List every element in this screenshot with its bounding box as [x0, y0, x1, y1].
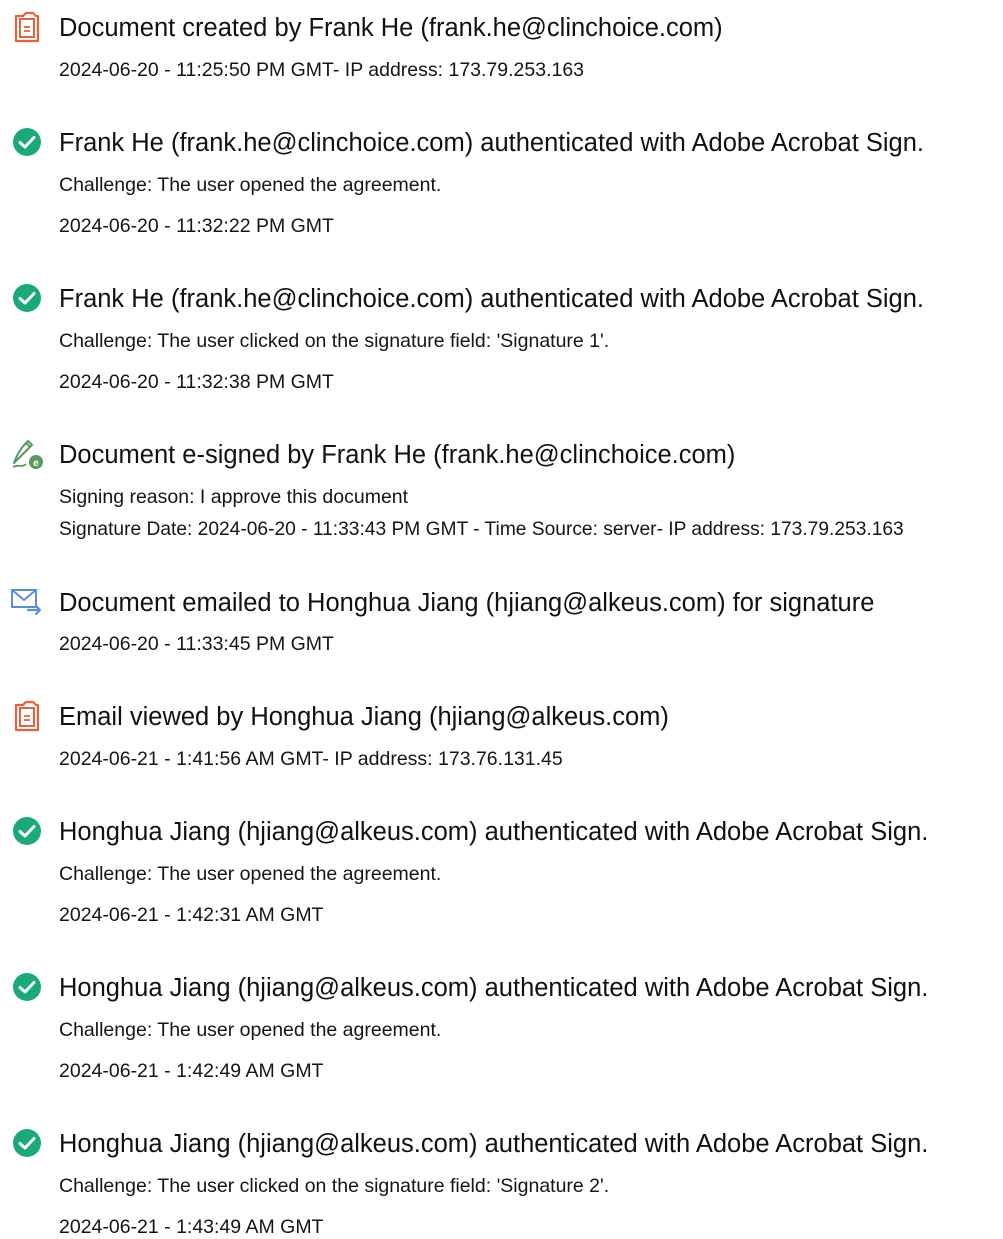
- check-circle-icon: [10, 1126, 44, 1160]
- e-sign-pen-icon: e: [10, 437, 44, 471]
- entry-title: Document e-signed by Frank He (frank.he@…: [59, 441, 736, 469]
- entry-timestamp: 2024-06-21 - 1:41:56 AM GMT- IP address:…: [59, 748, 563, 770]
- svg-text:e: e: [33, 458, 39, 469]
- entry-title: Document created by Frank He (frank.he@c…: [59, 14, 723, 42]
- check-circle-icon: [10, 125, 44, 159]
- entry-timestamp: 2024-06-20 - 11:33:45 PM GMT: [59, 633, 334, 655]
- check-circle-icon: [10, 814, 44, 848]
- entry-title: Honghua Jiang (hjiang@alkeus.com) authen…: [59, 1130, 929, 1158]
- entry-title: Honghua Jiang (hjiang@alkeus.com) authen…: [59, 818, 929, 846]
- check-circle-icon: [10, 970, 44, 1004]
- entry-title: Frank He (frank.he@clinchoice.com) authe…: [59, 129, 925, 157]
- entry-timestamp: 2024-06-20 - 11:32:38 PM GMT: [59, 371, 334, 393]
- entry-signing-reason: Signing reason: I approve this document: [59, 486, 409, 508]
- entry-title: Email viewed by Honghua Jiang (hjiang@al…: [59, 703, 669, 731]
- entry-challenge: Challenge: The user clicked on the signa…: [59, 330, 610, 352]
- entry-challenge: Challenge: The user opened the agreement…: [59, 1019, 442, 1041]
- check-circle-icon: [10, 281, 44, 315]
- entry-title: Document emailed to Honghua Jiang (hjian…: [59, 589, 875, 617]
- entry-signature-date: Signature Date: 2024-06-20 - 11:33:43 PM…: [59, 519, 904, 540]
- document-created-icon: [10, 10, 44, 44]
- document-viewed-icon: [10, 699, 44, 733]
- entry-timestamp: 2024-06-20 - 11:32:22 PM GMT: [59, 215, 334, 237]
- entry-challenge: Challenge: The user opened the agreement…: [59, 863, 442, 885]
- entry-timestamp: 2024-06-20 - 11:25:50 PM GMT- IP address…: [59, 59, 585, 81]
- entry-title: Honghua Jiang (hjiang@alkeus.com) authen…: [59, 974, 929, 1002]
- entry-timestamp: 2024-06-21 - 1:42:49 AM GMT: [59, 1060, 324, 1082]
- entry-timestamp: 2024-06-21 - 1:43:49 AM GMT: [59, 1216, 324, 1238]
- email-sent-icon: [10, 584, 44, 618]
- entry-title: Frank He (frank.he@clinchoice.com) authe…: [59, 285, 925, 313]
- entry-timestamp: 2024-06-21 - 1:42:31 AM GMT: [59, 904, 324, 926]
- entry-challenge: Challenge: The user clicked on the signa…: [59, 1175, 610, 1197]
- entry-challenge: Challenge: The user opened the agreement…: [59, 174, 442, 196]
